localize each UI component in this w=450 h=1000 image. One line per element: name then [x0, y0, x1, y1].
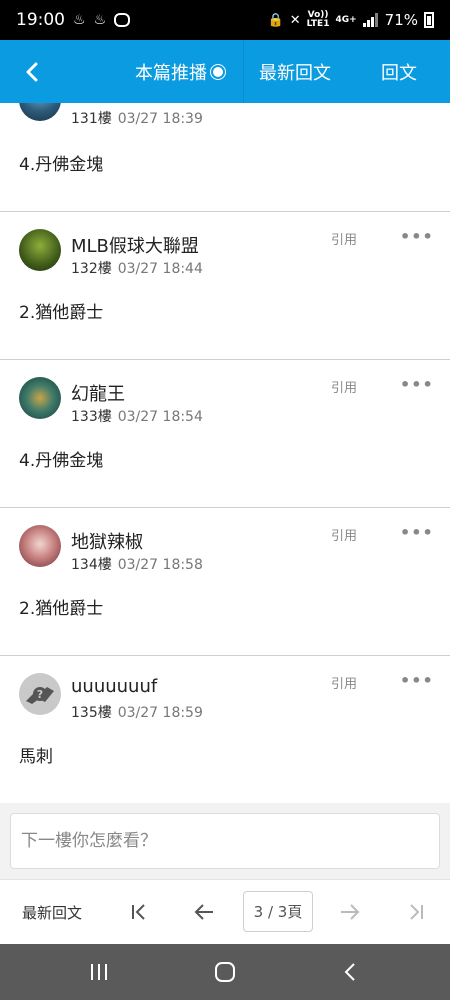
post-meta: 133樓 03/27 18:54	[71, 406, 203, 426]
reply-input[interactable]: 下一樓你怎麼看？	[10, 813, 440, 869]
post-meta: 131樓 03/27 18:39	[71, 108, 203, 128]
post-meta: 134樓 03/27 18:58	[71, 554, 203, 574]
posts-list: 131樓 03/27 18:39 4.丹佛金塊 MLB假球大聯盟 132樓 03/2…	[0, 103, 450, 803]
post-author[interactable]: MLB假球大聯盟	[71, 232, 199, 258]
first-page-icon	[132, 904, 145, 920]
arrow-right-icon	[341, 904, 360, 920]
svg-text:?: ?	[37, 688, 43, 701]
avatar[interactable]	[19, 377, 61, 419]
post-item: 幻龍王 133樓 03/27 18:54 引用 ••• 4.丹佛金塊	[0, 360, 450, 508]
next-page-button[interactable]	[332, 894, 368, 930]
status-time: 19:00	[16, 10, 65, 30]
post-content: 2.猶他爵士	[19, 599, 104, 619]
home-icon	[215, 962, 235, 982]
more-options-button[interactable]: •••	[400, 671, 434, 690]
default-avatar-icon: ?	[26, 687, 54, 704]
post-floor: 133樓	[71, 409, 112, 425]
post-floor: 135樓	[71, 705, 112, 721]
post-content: 馬刺	[19, 747, 53, 767]
more-options-button[interactable]: •••	[400, 375, 434, 394]
quote-button[interactable]: 引用	[331, 229, 357, 248]
post-time: 03/27 18:54	[117, 409, 203, 425]
chevron-left-icon	[26, 62, 38, 81]
quote-button[interactable]: 引用	[331, 673, 357, 692]
tab-latest-label: 最新回文	[259, 62, 331, 84]
signal-icon	[362, 13, 379, 27]
post-time: 03/27 18:59	[117, 705, 203, 721]
quote-button[interactable]: 引用	[331, 377, 357, 396]
lock-icon: 🔒	[267, 12, 284, 28]
lte-label: LTE1	[306, 19, 330, 29]
post-floor: 134樓	[71, 557, 112, 573]
avatar[interactable]	[19, 103, 61, 121]
network-4g-label: 4G+	[335, 14, 357, 25]
tab-latest-replies[interactable]: 最新回文	[244, 40, 346, 103]
first-page-button[interactable]	[121, 894, 157, 930]
mute-icon: ✕	[289, 12, 301, 28]
tab-push[interactable]: 本篇推播	[64, 40, 244, 103]
tab-reply-label: 回文	[381, 62, 417, 84]
page-indicator[interactable]: 3 / 3頁	[243, 891, 313, 932]
system-nav-bar	[0, 944, 450, 1000]
notification-icon: ♨	[73, 12, 86, 28]
post-meta: 135樓 03/27 18:59	[71, 702, 203, 722]
post-content: 4.丹佛金塊	[19, 155, 104, 175]
post-meta: 132樓 03/27 18:44	[71, 258, 203, 278]
home-button[interactable]	[207, 954, 243, 990]
post-item: MLB假球大聯盟 132樓 03/27 18:44 引用 ••• 2.猶他爵士	[0, 212, 450, 360]
post-time: 03/27 18:58	[117, 557, 203, 573]
post-author[interactable]: 地獄辣椒	[71, 528, 143, 554]
battery-percent: 71%	[384, 11, 418, 29]
latest-replies-link[interactable]: 最新回文	[22, 902, 82, 923]
status-bar: 19:00 ♨ ♨ 🔒 ✕ Vo)) LTE1 4G+ 71%	[0, 0, 450, 40]
last-page-icon	[410, 904, 423, 920]
tab-reply[interactable]: 回文	[348, 40, 450, 103]
avatar[interactable]	[19, 525, 61, 567]
post-floor: 132樓	[71, 261, 112, 277]
previous-page-button[interactable]	[186, 894, 222, 930]
app-header: 本篇推播 最新回文 回文	[0, 40, 450, 103]
recent-apps-button[interactable]	[81, 954, 117, 990]
more-options-button[interactable]: •••	[400, 523, 434, 542]
recent-apps-icon	[91, 964, 107, 980]
post-item: 地獄辣椒 134樓 03/27 18:58 引用 ••• 2.猶他爵士	[0, 508, 450, 656]
arrow-left-icon	[194, 904, 213, 920]
last-page-button[interactable]	[398, 894, 434, 930]
quote-button[interactable]: 引用	[331, 525, 357, 544]
more-options-button[interactable]: •••	[400, 227, 434, 246]
back-button[interactable]	[0, 40, 64, 103]
notification-icon: ♨	[93, 12, 107, 28]
back-icon	[344, 963, 355, 981]
tab-push-label: 本篇推播	[135, 62, 207, 84]
line-app-icon	[114, 13, 131, 27]
post-content: 4.丹佛金塊	[19, 451, 104, 471]
post-item: 131樓 03/27 18:39 4.丹佛金塊	[0, 103, 450, 212]
post-time: 03/27 18:39	[117, 111, 203, 127]
notification-dot-icon	[213, 66, 223, 77]
post-author[interactable]: uuuuuuuf	[71, 676, 157, 697]
avatar[interactable]: ?	[19, 673, 61, 715]
battery-icon	[424, 12, 434, 28]
pagination-bar: 最新回文 3 / 3頁	[0, 879, 450, 944]
post-item: ? uuuuuuuf 135樓 03/27 18:59 引用 ••• 馬刺	[0, 656, 450, 803]
post-content: 2.猶他爵士	[19, 303, 104, 323]
post-time: 03/27 18:44	[117, 261, 203, 277]
post-floor: 131樓	[71, 111, 112, 127]
avatar[interactable]	[19, 229, 61, 271]
back-nav-button[interactable]	[332, 954, 368, 990]
post-author[interactable]: 幻龍王	[71, 380, 125, 406]
reply-area: 下一樓你怎麼看？	[0, 803, 450, 879]
